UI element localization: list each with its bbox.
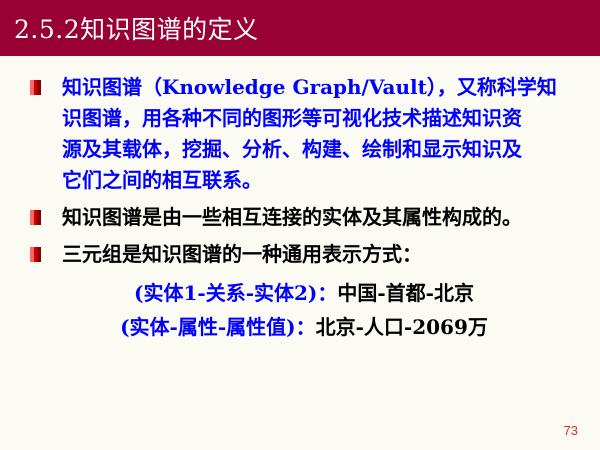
bullet-text: 知识图谱是由一些相互连接的实体及其属性构成的。 [62, 205, 522, 229]
formula-pattern: (实体-属性-属性值)： [120, 315, 316, 339]
square-bullet-icon [30, 80, 41, 95]
square-bullet-icon [30, 247, 41, 262]
formula-pattern: (实体1-关系-实体2)： [134, 281, 338, 305]
title-bar: 2.5.2知识图谱的定义 [0, 0, 600, 56]
page-number: 73 [563, 423, 578, 438]
slide-title: 2.5.2知识图谱的定义 [14, 15, 259, 44]
square-bullet-icon [30, 210, 41, 225]
formula-example: 中国-首都-北京 [337, 281, 474, 305]
triple-formula-attribute: (实体-属性-属性值)：北京-人口-2069万 [28, 310, 580, 344]
bullet-text: 三元组是知识图谱的一种通用表示方式： [62, 242, 422, 266]
bullet-item-entities: 知识图谱是由一些相互连接的实体及其属性构成的。 [28, 202, 580, 233]
triple-formula-relation: (实体1-关系-实体2)：中国-首都-北京 [28, 276, 580, 310]
bullet-item-triples: 三元组是知识图谱的一种通用表示方式： [28, 239, 580, 270]
slide-content: 知识图谱（Knowledge Graph/Vault），又称科学知 识图谱，用各… [28, 72, 580, 344]
bullet-item-definition: 知识图谱（Knowledge Graph/Vault），又称科学知 识图谱，用各… [28, 72, 580, 196]
formula-example: 北京-人口-2069万 [315, 315, 488, 339]
bullet-text: 知识图谱（Knowledge Graph/Vault），又称科学知 识图谱，用各… [62, 75, 557, 192]
